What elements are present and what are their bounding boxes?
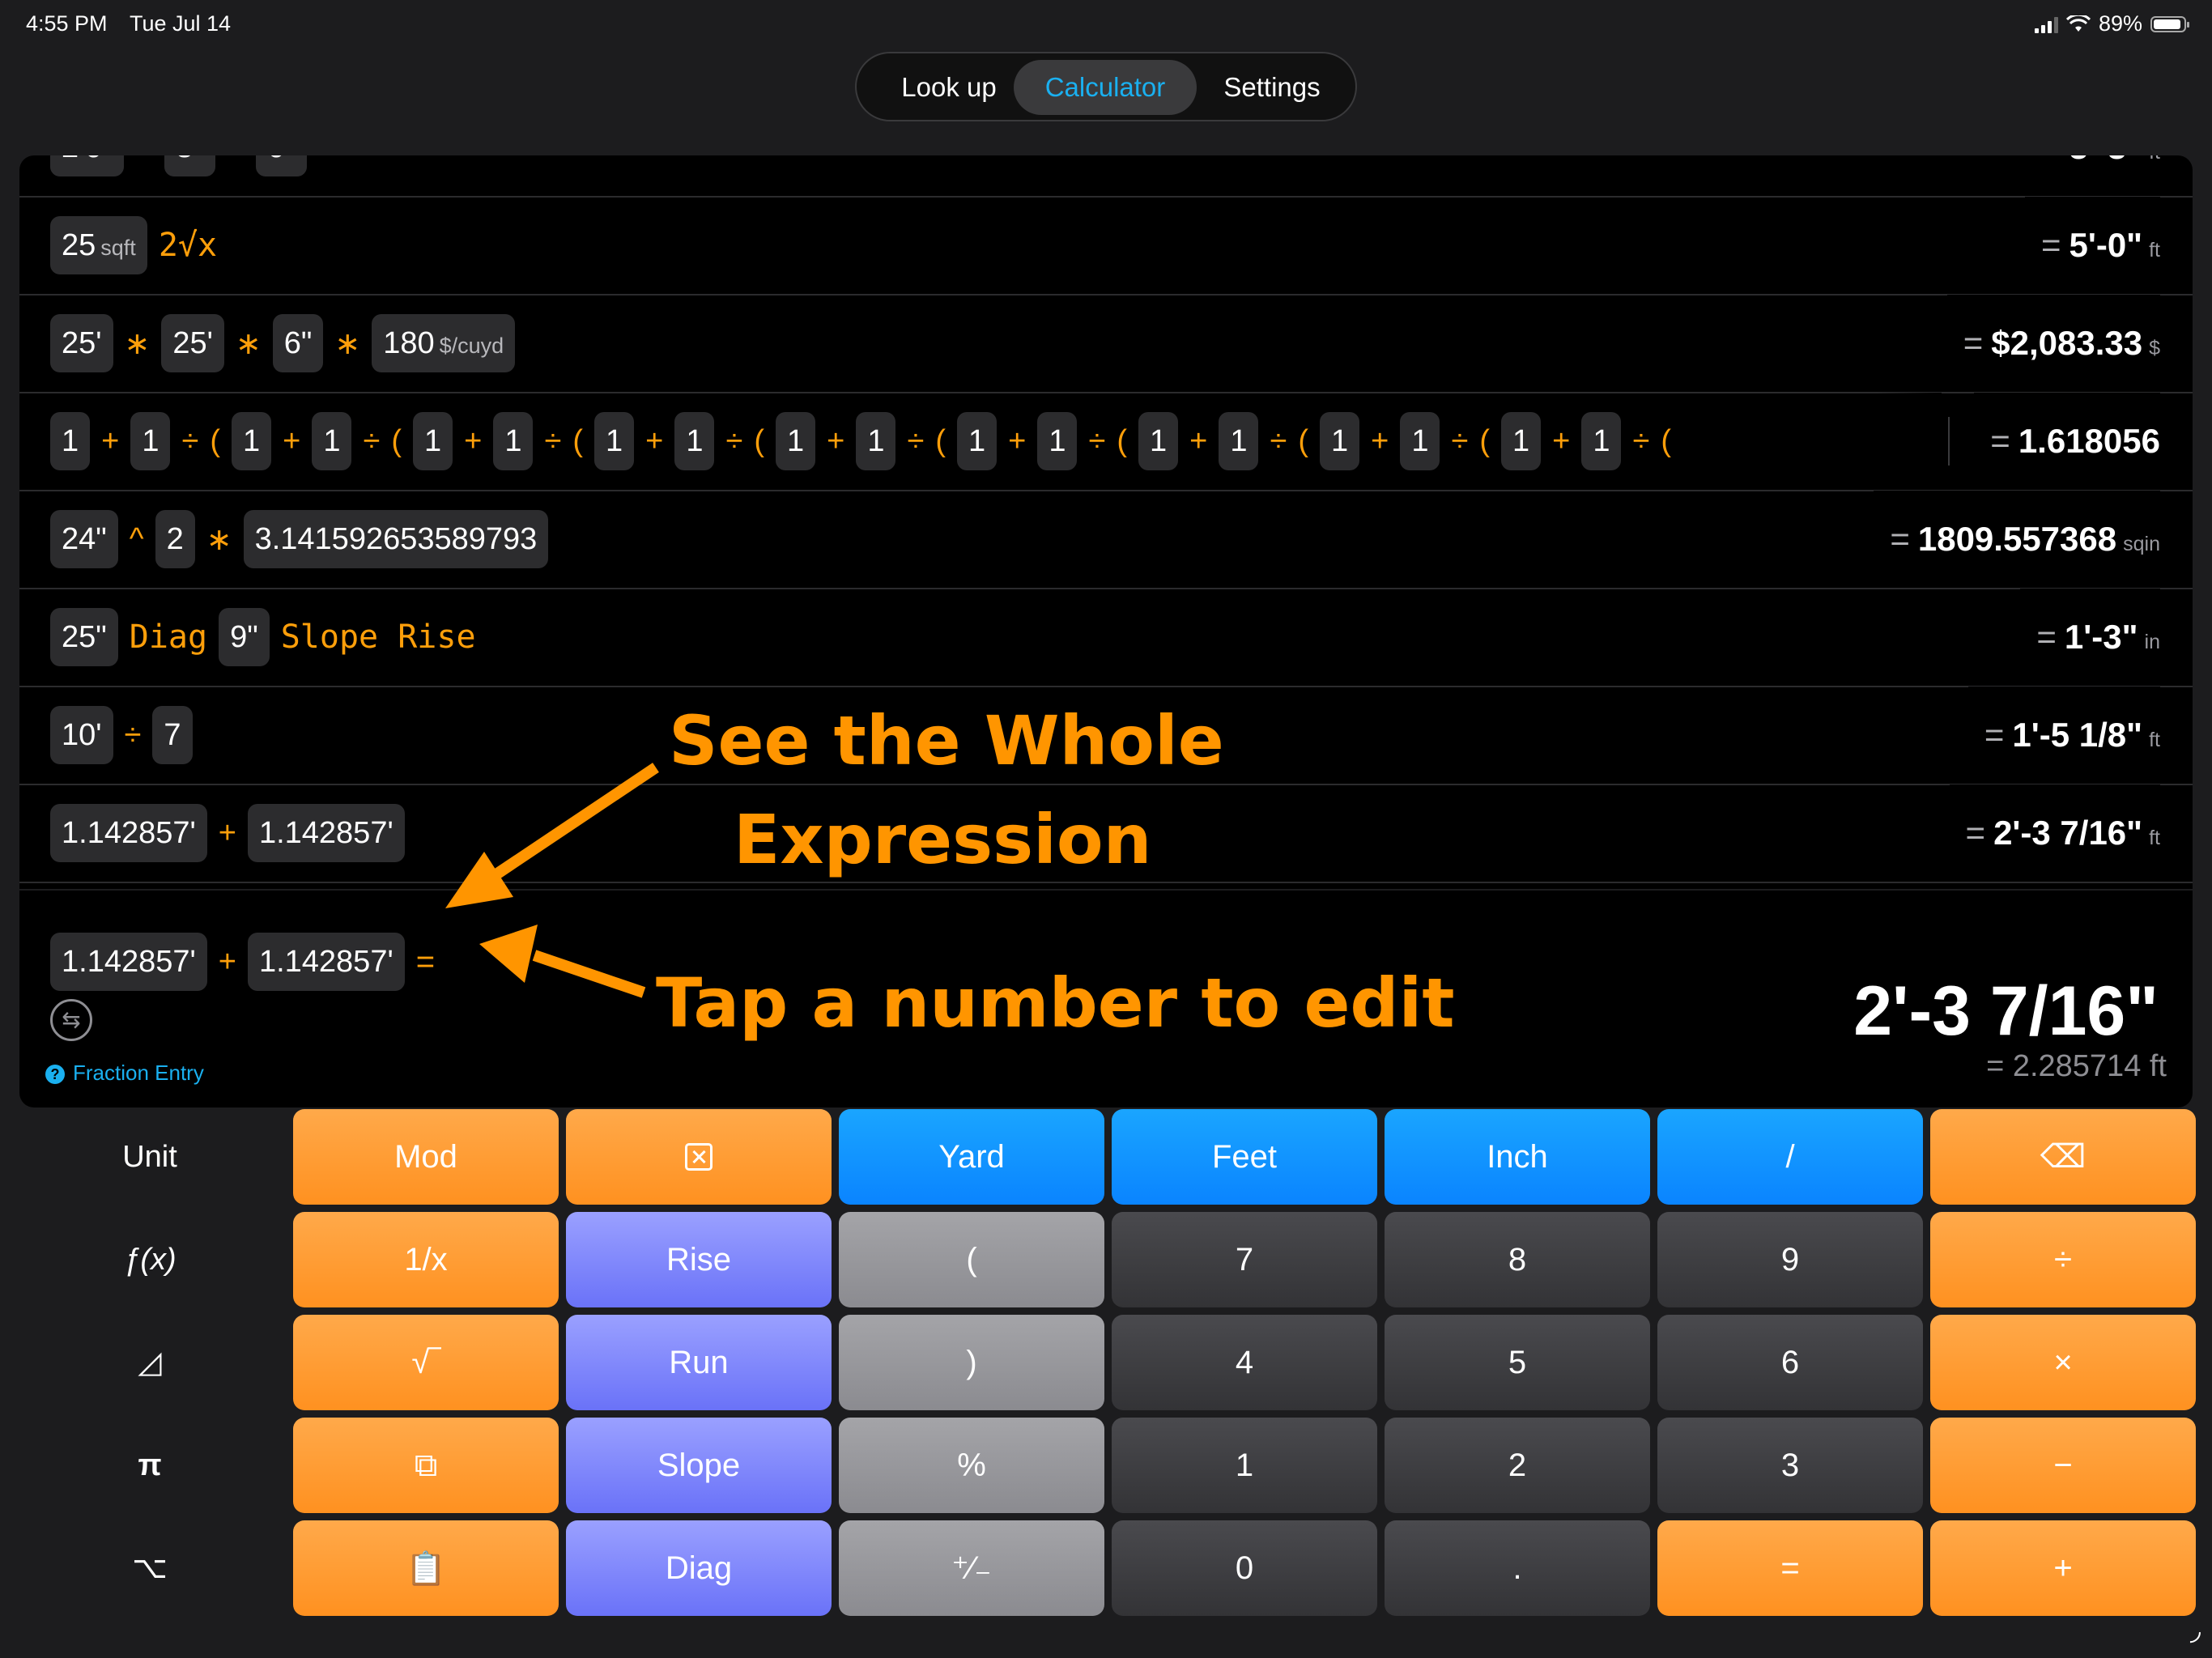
- clear-key[interactable]: [566, 1109, 832, 1205]
- backspace-icon: ⌫: [2040, 1139, 2087, 1175]
- diag-key[interactable]: Diag: [566, 1520, 832, 1616]
- annotation-tap-to-edit: Tap a number to edit: [656, 963, 1455, 1043]
- close-paren-key[interactable]: ): [839, 1315, 1104, 1410]
- multiply-key[interactable]: ×: [1930, 1315, 2196, 1410]
- digit-1-key[interactable]: 1: [1112, 1418, 1377, 1513]
- paste-key[interactable]: 📋: [293, 1520, 559, 1616]
- unit-key[interactable]: Unit: [49, 1109, 251, 1205]
- digit-8-key[interactable]: 8: [1385, 1212, 1650, 1307]
- arrowhead-history: [445, 852, 513, 908]
- rise-key[interactable]: Rise: [566, 1212, 832, 1307]
- digit-2-key[interactable]: 2: [1385, 1418, 1650, 1513]
- open-paren-key[interactable]: (: [839, 1212, 1104, 1307]
- divide-key[interactable]: ÷: [1930, 1212, 2196, 1307]
- arrowhead-current: [479, 925, 538, 983]
- paste-icon: 📋: [406, 1550, 446, 1587]
- slope-key[interactable]: Slope: [566, 1418, 832, 1513]
- digit-4-key[interactable]: 4: [1112, 1315, 1377, 1410]
- annotation-see-whole: See the Whole: [669, 701, 1224, 780]
- percent-key[interactable]: %: [839, 1418, 1104, 1513]
- plus-key[interactable]: +: [1930, 1520, 2196, 1616]
- digit-6-key[interactable]: 6: [1657, 1315, 1923, 1410]
- feet-key[interactable]: Feet: [1112, 1109, 1377, 1205]
- pi-key[interactable]: π: [49, 1418, 251, 1513]
- inch-key[interactable]: Inch: [1385, 1109, 1650, 1205]
- fraction-slash-key[interactable]: /: [1657, 1109, 1923, 1205]
- resize-corner-icon: ◞: [2189, 1615, 2201, 1646]
- digit-5-key[interactable]: 5: [1385, 1315, 1650, 1410]
- mod-key[interactable]: Mod: [293, 1109, 559, 1205]
- minus-key[interactable]: −: [1930, 1418, 2196, 1513]
- clear-box-icon: [685, 1143, 713, 1171]
- digit-3-key[interactable]: 3: [1657, 1418, 1923, 1513]
- option-key[interactable]: ⌥: [49, 1520, 251, 1616]
- function-key[interactable]: ƒ(x): [49, 1212, 251, 1307]
- copy-key[interactable]: ⧉: [293, 1418, 559, 1513]
- decimal-key[interactable]: .: [1385, 1520, 1650, 1616]
- plus-minus-key[interactable]: ⁺∕₋: [839, 1520, 1104, 1616]
- triangle-key[interactable]: ◿: [49, 1315, 251, 1410]
- digit-7-key[interactable]: 7: [1112, 1212, 1377, 1307]
- copy-icon: ⧉: [414, 1447, 438, 1483]
- arrow-to-history: [491, 763, 659, 881]
- sqrt-key[interactable]: √‾: [293, 1315, 559, 1410]
- annotation-expression: Expression: [734, 800, 1152, 879]
- yard-key[interactable]: Yard: [839, 1109, 1104, 1205]
- digit-9-key[interactable]: 9: [1657, 1212, 1923, 1307]
- digit-0-key[interactable]: 0: [1112, 1520, 1377, 1616]
- equals-key[interactable]: =: [1657, 1520, 1923, 1616]
- backspace-key[interactable]: ⌫: [1930, 1109, 2196, 1205]
- arrow-to-current: [532, 950, 646, 998]
- reciprocal-key[interactable]: 1/x: [293, 1212, 559, 1307]
- run-key[interactable]: Run: [566, 1315, 832, 1410]
